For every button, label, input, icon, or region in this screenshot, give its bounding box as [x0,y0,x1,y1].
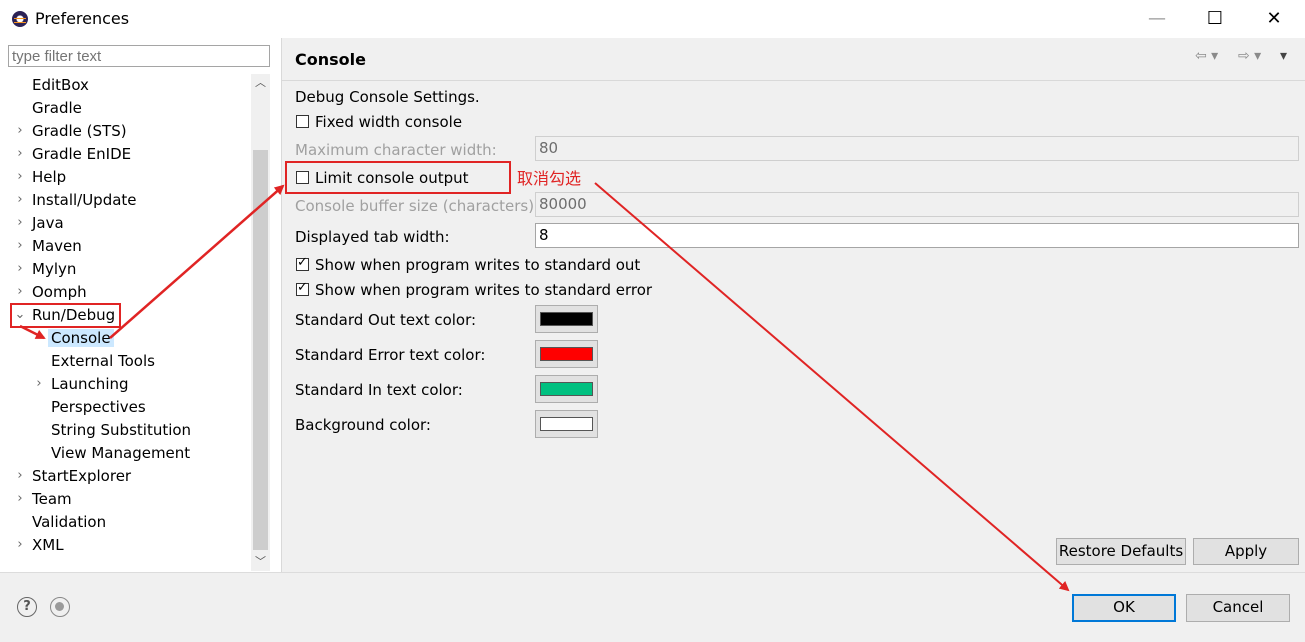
arrow-to-ok [594,182,1070,592]
arrow-to-console [19,324,46,340]
arrow-to-limit-output [109,184,285,339]
annotation-arrows [19,182,1070,592]
